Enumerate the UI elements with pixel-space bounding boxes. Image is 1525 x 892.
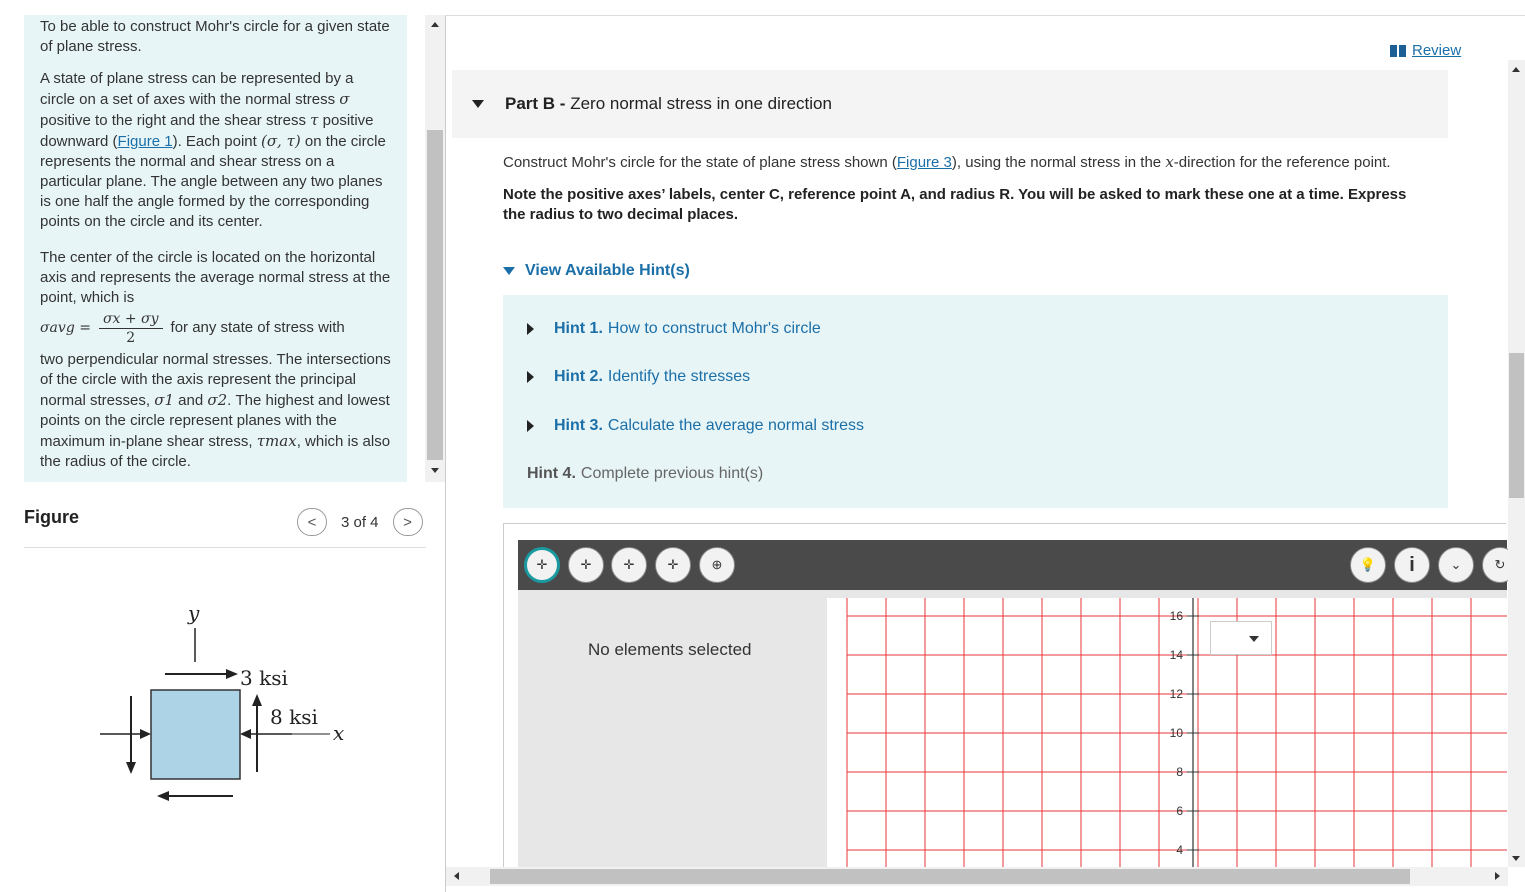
figure-divider bbox=[24, 547, 426, 548]
mohr-circle-tool: ✛ ✛ ✛ ✛ ⊕ 💡 i ⌄ ↻ No elements selected 1… bbox=[503, 523, 1518, 868]
circle-tool-button[interactable]: ⊕ bbox=[699, 547, 735, 583]
axis-y-label: y bbox=[187, 601, 200, 625]
center-tool-button[interactable]: ✛ bbox=[568, 547, 604, 583]
book-icon bbox=[1390, 44, 1406, 57]
expand-arrow-icon bbox=[527, 420, 534, 432]
figure-prev-button[interactable]: < bbox=[297, 508, 327, 536]
scroll-right-icon[interactable] bbox=[1495, 872, 1500, 880]
intro-paragraph-4: two perpendicular normal stresses. The i… bbox=[40, 351, 391, 470]
scroll-down-icon[interactable] bbox=[431, 468, 439, 473]
scroll-up-icon[interactable] bbox=[1512, 67, 1520, 72]
axes-point-icon: ✛ bbox=[623, 557, 635, 572]
graph-grid[interactable]: 16 14 12 10 8 6 4 bbox=[827, 598, 1507, 868]
axes-radius-icon: ✛ bbox=[667, 557, 679, 572]
figure-title: Figure bbox=[24, 507, 80, 527]
axes-center-icon: ✛ bbox=[580, 557, 592, 572]
lightbulb-icon: 💡 bbox=[1359, 557, 1377, 572]
shear-stress-label: 3 ksi bbox=[240, 666, 288, 690]
intro-paragraph-2: A state of plane stress can be represent… bbox=[40, 70, 386, 230]
figure-3-link[interactable]: Figure 3 bbox=[897, 154, 952, 171]
y-tick-label: 6 bbox=[1176, 804, 1183, 818]
page-scroll-thumb[interactable] bbox=[1509, 353, 1524, 498]
expand-arrow-icon bbox=[527, 371, 534, 383]
figure-pager: < 3 of 4 > bbox=[297, 508, 423, 536]
chevron-right-icon: > bbox=[403, 513, 412, 531]
scroll-thumb[interactable] bbox=[427, 130, 443, 460]
info-button[interactable]: i bbox=[1394, 547, 1430, 583]
hints-panel: Hint 1. How to construct Mohr's circle Hi… bbox=[503, 295, 1448, 508]
horizontal-scroll-thumb[interactable] bbox=[490, 869, 1410, 884]
review-link[interactable]: Review bbox=[1390, 42, 1461, 59]
y-tick-label: 10 bbox=[1170, 726, 1184, 740]
hint-4: Hint 4. Complete previous hint(s) bbox=[527, 465, 764, 482]
properties-panel: No elements selected bbox=[518, 590, 820, 868]
horizontal-scrollbar[interactable] bbox=[446, 867, 1508, 886]
average-stress-formula: σavg = σx + σy 2 for any state of stress … bbox=[40, 310, 345, 346]
axis-x-label: x bbox=[333, 721, 344, 745]
figure-count: 3 of 4 bbox=[341, 513, 379, 531]
axes-icon: ✛ bbox=[536, 557, 548, 572]
top-border bbox=[445, 15, 1525, 16]
info-icon: i bbox=[1409, 553, 1415, 576]
reset-icon: ↻ bbox=[1494, 557, 1506, 572]
question-note: Note the positive axes’ labels, center C… bbox=[503, 186, 1407, 223]
tool-toolbar: ✛ ✛ ✛ ✛ ⊕ 💡 i ⌄ ↻ bbox=[518, 540, 1518, 590]
graph-canvas[interactable]: 16 14 12 10 8 6 4 bbox=[827, 598, 1507, 868]
figure-1-link[interactable]: Figure 1 bbox=[118, 133, 173, 150]
y-tick-label: 8 bbox=[1176, 765, 1183, 779]
axes-tool-button[interactable]: ✛ bbox=[524, 547, 560, 583]
intro-goal: To be able to construct Mohr's circle fo… bbox=[40, 18, 390, 55]
panel-divider[interactable] bbox=[445, 15, 446, 892]
stress-element-figure: y 3 ksi 8 ksi x bbox=[100, 601, 344, 801]
canvas-frame: 16 14 12 10 8 6 4 bbox=[820, 590, 1507, 868]
hint-3[interactable]: Hint 3. Calculate the average normal stre… bbox=[527, 417, 864, 435]
radius-tool-button[interactable]: ✛ bbox=[655, 547, 691, 583]
y-tick-label: 16 bbox=[1170, 609, 1184, 623]
page-scrollbar[interactable] bbox=[1508, 60, 1525, 867]
scroll-left-icon[interactable] bbox=[454, 872, 459, 880]
point-tool-button[interactable]: ✛ bbox=[611, 547, 647, 583]
intro-paragraph-3: The center of the circle is located on t… bbox=[40, 249, 391, 306]
y-tick-label: 12 bbox=[1170, 687, 1184, 701]
question-text: Construct Mohr's circle for the state of… bbox=[503, 152, 1433, 225]
scroll-down-icon[interactable] bbox=[1512, 856, 1520, 861]
y-tick-label: 14 bbox=[1170, 648, 1184, 662]
scroll-up-icon[interactable] bbox=[431, 22, 439, 27]
part-b-header[interactable]: Part B - Zero normal stress in one direc… bbox=[452, 70, 1448, 138]
figure-next-button[interactable]: > bbox=[392, 508, 423, 536]
hint-2[interactable]: Hint 2. Identify the stresses bbox=[527, 368, 750, 386]
chevron-left-icon: < bbox=[307, 513, 317, 531]
selection-status: No elements selected bbox=[588, 640, 752, 659]
intro-panel: To be able to construct Mohr's circle fo… bbox=[24, 15, 407, 482]
expand-triangle-icon bbox=[503, 267, 515, 275]
more-button[interactable]: ⌄ bbox=[1438, 547, 1474, 583]
axis-label-dropdown[interactable] bbox=[1210, 621, 1272, 655]
hint-button[interactable]: 💡 bbox=[1350, 547, 1386, 583]
collapse-triangle-icon[interactable] bbox=[472, 100, 484, 108]
y-tick-label: 4 bbox=[1176, 843, 1183, 857]
caret-down-icon bbox=[1249, 636, 1259, 642]
intro-scrollbar[interactable] bbox=[425, 15, 445, 482]
normal-stress-label: 8 ksi bbox=[270, 705, 318, 729]
part-title: Part B - Zero normal stress in one direc… bbox=[505, 94, 832, 113]
hint-1[interactable]: Hint 1. How to construct Mohr's circle bbox=[527, 320, 821, 338]
view-hints-toggle[interactable]: View Available Hint(s) bbox=[503, 262, 690, 280]
chevron-down-icon: ⌄ bbox=[1450, 557, 1462, 572]
expand-arrow-icon bbox=[527, 323, 534, 335]
circle-plus-icon: ⊕ bbox=[711, 557, 723, 572]
